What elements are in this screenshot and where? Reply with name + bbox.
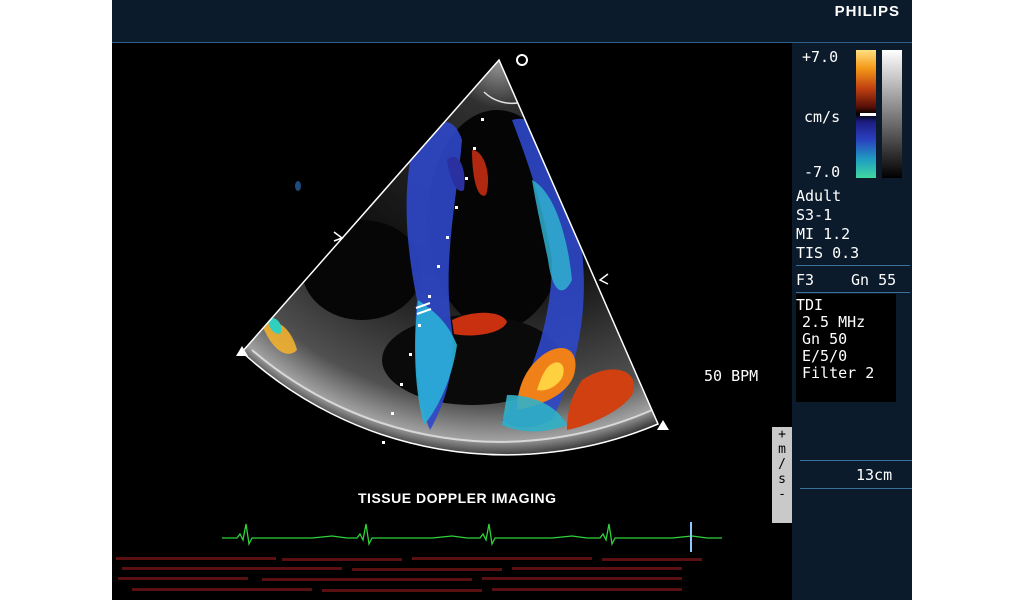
ultrasound-screen: PHILIPS +7.0 cm/s -7.0 Adult S3-1 MI 1.2…: [112, 0, 912, 600]
scale-unit-label: cm/s: [804, 108, 841, 126]
grayscale-bar: [882, 50, 902, 178]
right-chamber-cavity: [302, 220, 422, 320]
image-caption: TISSUE DOPPLER IMAGING: [358, 490, 557, 506]
brand-logo: PHILIPS: [834, 3, 900, 20]
noise-speck: [295, 181, 301, 191]
frame-label: F3: [796, 271, 815, 289]
sweep-speed-control[interactable]: + m / s -: [772, 427, 792, 523]
ecg-trace: [222, 522, 722, 552]
focus-marker-right: [598, 273, 609, 285]
gain-2d-label: Gn 55: [851, 271, 897, 289]
preset-label: Adult: [796, 187, 842, 205]
mi-label: MI 1.2: [796, 225, 851, 243]
separator: [796, 265, 910, 266]
speed-char: s: [778, 472, 786, 487]
tis-label: TIS 0.3: [796, 244, 860, 262]
scale-max-label: +7.0: [802, 48, 839, 66]
separator: [800, 488, 912, 489]
transducer-label: S3-1: [796, 206, 833, 224]
speed-char: m: [778, 442, 786, 457]
separator: [796, 292, 910, 293]
heart-rate-label: 50 BPM: [704, 367, 759, 385]
sector-corner-marker-right: [657, 420, 669, 430]
separator: [800, 460, 912, 461]
baseline-marker: [860, 113, 876, 116]
tdi-filter-label: Filter 2: [802, 364, 875, 382]
scale-min-label: -7.0: [804, 163, 841, 181]
ecg-waveform: [222, 523, 722, 547]
echo-sector-image: [236, 54, 669, 456]
depth-label: 13cm: [856, 466, 893, 484]
bottom-noise-strip: [116, 557, 702, 592]
speed-char: +: [778, 427, 786, 442]
speed-char: -: [778, 487, 786, 502]
ecg-cursor: [690, 522, 692, 552]
speed-char: /: [778, 457, 786, 472]
orientation-marker-icon: [516, 54, 528, 66]
